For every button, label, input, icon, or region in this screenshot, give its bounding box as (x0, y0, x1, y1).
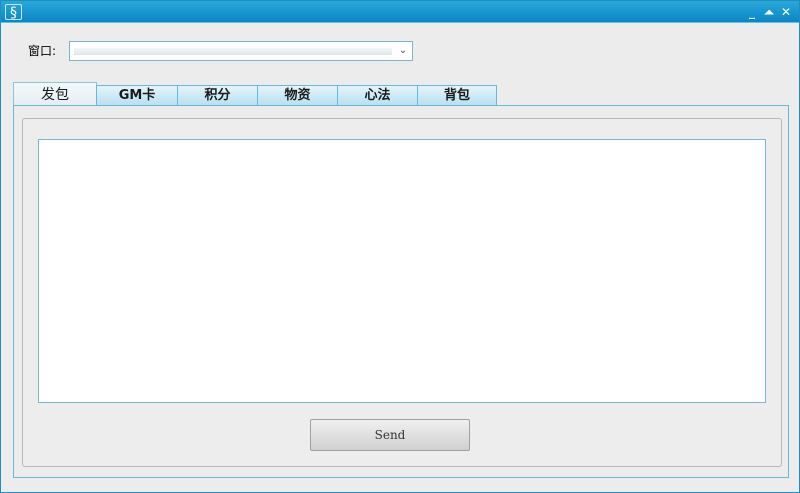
packet-group-box: Send (22, 118, 782, 467)
chevron-down-icon[interactable]: ⌄ (396, 43, 410, 59)
app-window: § _ ⏶ ✕ 窗口: ⌄ 发包 GM卡 积分 物资 心法 背包 Send (0, 0, 800, 493)
minimize-icon[interactable]: _ (744, 4, 760, 20)
tab-supplies[interactable]: 物资 (257, 85, 338, 106)
title-bar[interactable]: § _ ⏶ ✕ (1, 1, 799, 23)
tab-backpack[interactable]: 背包 (417, 85, 497, 106)
tab-gm-card[interactable]: GM卡 (96, 85, 178, 106)
maximize-icon[interactable]: ⏶ (761, 4, 777, 20)
tab-send-packet[interactable]: 发包 (13, 82, 97, 106)
window-select-dropdown[interactable]: ⌄ (69, 41, 413, 61)
tab-mind-skill[interactable]: 心法 (337, 85, 418, 106)
send-button[interactable]: Send (310, 419, 470, 451)
app-logo-icon: § (5, 4, 22, 21)
packet-data-textarea[interactable] (38, 139, 766, 403)
window-picker-label: 窗口: (28, 44, 57, 58)
close-icon[interactable]: ✕ (778, 4, 794, 20)
send-packet-panel: Send (13, 105, 789, 478)
window-select-value (74, 48, 392, 55)
tab-points[interactable]: 积分 (177, 85, 258, 106)
